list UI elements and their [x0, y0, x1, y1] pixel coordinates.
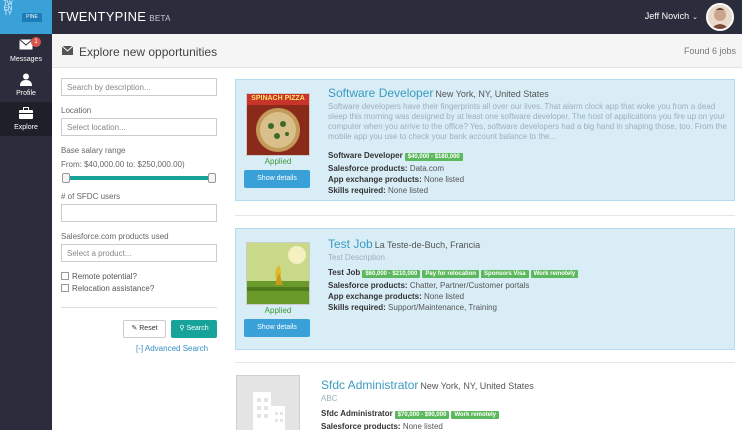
job-description: Software developers have their fingerpri…: [328, 102, 727, 141]
sidebar-item-label: Profile: [16, 90, 36, 97]
notification-badge: 1: [31, 37, 41, 47]
results-count: Found 6 jobs: [683, 46, 736, 56]
products-label: Salesforce.com products used: [61, 232, 169, 241]
divider: [235, 215, 735, 216]
search-input[interactable]: Search by description...: [61, 78, 217, 96]
user-icon: [0, 68, 52, 88]
remote-tag: Work remotely: [530, 270, 579, 278]
job-role-row: Sfdc Administrator $70,000 - $90,000 Work …: [321, 409, 500, 419]
job-location: New York, NY, United States: [435, 89, 549, 99]
remote-checkbox[interactable]: Remote potential?: [61, 272, 137, 281]
job-location: La Teste-de-Buch, Francia: [374, 240, 481, 250]
appex-row: App exchange products: None listed: [328, 292, 465, 301]
salary-label: Base salary range: [61, 146, 126, 155]
salary-tag: $40,000 - $180,000: [404, 153, 463, 161]
sidebar-item-explore[interactable]: Explore: [0, 102, 52, 136]
products-select[interactable]: Select a product...: [61, 244, 217, 262]
checkbox-box[interactable]: [61, 272, 69, 280]
sidebar-item-messages[interactable]: 1 Messages: [0, 34, 52, 68]
beta-label: BETA: [149, 14, 171, 23]
role-label: Test Job: [328, 268, 361, 277]
briefcase-icon: [0, 102, 52, 122]
envelope-icon: [61, 45, 74, 57]
chevron-down-icon: ⌄: [692, 14, 698, 21]
job-title-link[interactable]: Test Job: [328, 237, 373, 251]
sfdc-users-label: # of SFDC users: [61, 192, 121, 201]
products-row: Salesforce products: Data.com: [328, 164, 445, 173]
sfdc-users-input[interactable]: [61, 204, 217, 222]
sidebar-item-label: Messages: [10, 56, 42, 63]
job-card: SPINACH PIZZA Applied Show details Softw…: [235, 79, 735, 201]
job-image: [246, 242, 310, 305]
job-role-row: Software Developer $40,000 - $180,000: [328, 151, 463, 161]
show-details-button[interactable]: Show details: [244, 170, 310, 188]
divider: [61, 307, 217, 308]
job-location: New York, NY, United States: [420, 381, 534, 391]
skills-row: Skills required: Support/Maintenance, Tr…: [328, 303, 497, 312]
brand-name: TWENTYPINE BETA: [58, 9, 171, 24]
relocation-label: Relocation assistance?: [72, 284, 155, 293]
filters-panel: Search by description... Location Select…: [52, 68, 228, 430]
visa-tag: Sponsors Visa: [481, 270, 529, 278]
page-title: Explore new opportunities: [79, 45, 218, 59]
divider: [235, 362, 735, 363]
envelope-icon: [0, 34, 52, 54]
slider-handle-min[interactable]: [62, 173, 70, 183]
top-bar: TWENTY PINE TWENTYPINE BETA Jeff Novich ⌄: [0, 0, 742, 34]
logo[interactable]: TWENTY PINE: [0, 0, 52, 34]
skills-row: Skills required: None listed: [328, 186, 429, 195]
products-row: Salesforce products: None listed: [321, 422, 443, 430]
show-details-button[interactable]: Show details: [244, 319, 310, 337]
applied-status: Applied: [264, 306, 292, 315]
role-label: Software Developer: [328, 151, 403, 160]
salary-range-text: From: $40,000.00 to: $250,000.00): [61, 160, 185, 169]
sidebar: 1 Messages Profile Explore: [0, 34, 52, 430]
job-title-row: Sfdc Administrator New York, NY, United S…: [321, 378, 534, 392]
logo-vertical-text: TWENTY: [3, 1, 13, 17]
job-title-row: Test Job La Teste-de-Buch, Francia: [328, 237, 480, 251]
logo-box-text: PINE: [22, 13, 42, 22]
location-label: Location: [61, 106, 92, 115]
job-description: ABC: [321, 394, 338, 403]
user-name: Jeff Novich: [644, 11, 690, 21]
job-description: Test Description: [328, 253, 385, 262]
job-card: Applied Show details Test Job La Teste-de…: [235, 228, 735, 350]
job-role-row: Test Job $60,000 - $210,000 Pay for reloca…: [328, 268, 579, 278]
role-label: Sfdc Administrator: [321, 409, 393, 418]
relocation-tag: Pay for relocation: [422, 270, 480, 278]
job-card: Sfdc Administrator New York, NY, United S…: [235, 374, 735, 430]
checkbox-box[interactable]: [61, 284, 69, 292]
job-image: SPINACH PIZZA: [246, 93, 310, 156]
salary-range-slider[interactable]: [62, 173, 216, 183]
advanced-search-link[interactable]: [-] Advanced Search: [136, 344, 208, 353]
slider-handle-max[interactable]: [208, 173, 216, 183]
job-title-link[interactable]: Sfdc Administrator: [321, 378, 418, 392]
user-menu[interactable]: Jeff Novich ⌄: [645, 11, 698, 21]
products-row: Salesforce products: Chatter, Partner/Cu…: [328, 281, 530, 290]
job-title-link[interactable]: Software Developer: [328, 86, 433, 100]
sidebar-item-label: Explore: [14, 124, 38, 131]
job-title-row: Software Developer New York, NY, United S…: [328, 86, 549, 100]
remote-label: Remote potential?: [72, 272, 137, 281]
thumb-caption: SPINACH PIZZA: [251, 95, 305, 102]
salary-tag: $70,000 - $90,000: [394, 411, 450, 419]
remote-tag: Work remotely: [451, 411, 500, 419]
slider-track: [62, 176, 216, 180]
search-button[interactable]: ⚲ Search: [171, 320, 217, 338]
applied-status: Applied: [264, 157, 292, 166]
appex-row: App exchange products: None listed: [328, 175, 465, 184]
relocation-checkbox[interactable]: Relocation assistance?: [61, 284, 154, 293]
location-select[interactable]: Select location...: [61, 118, 217, 136]
avatar[interactable]: [706, 3, 734, 31]
reset-button[interactable]: ✎ Reset: [123, 320, 166, 338]
salary-tag: $60,000 - $210,000: [362, 270, 421, 278]
sidebar-item-profile[interactable]: Profile: [0, 68, 52, 102]
building-placeholder-icon: [236, 375, 300, 430]
page-header: Explore new opportunities Found 6 jobs: [52, 34, 742, 68]
